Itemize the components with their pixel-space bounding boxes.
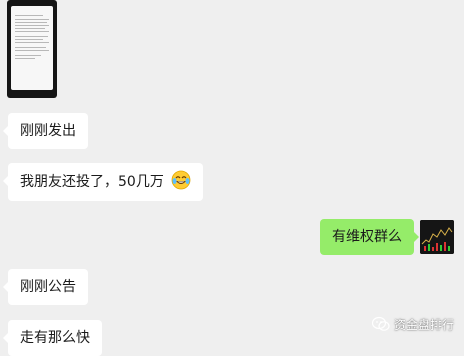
stock-chart-avatar-icon <box>420 220 454 254</box>
tears-of-joy-emoji-icon <box>171 170 191 190</box>
message-text: 刚刚公告 <box>20 279 76 295</box>
message-text: 走有那么快 <box>20 330 90 346</box>
watermark: 资金盘排行 <box>372 313 454 335</box>
incoming-message-bubble[interactable]: 走有那么快 <box>3 320 102 356</box>
outgoing-message-bubble[interactable]: 有维权群么 <box>320 219 419 255</box>
watermark-text: 资金盘排行 <box>394 317 455 332</box>
document-preview <box>11 6 53 90</box>
message-text: 我朋友还投了，50几万 <box>20 174 164 190</box>
incoming-message-bubble[interactable]: 我朋友还投了，50几万 <box>2 163 204 201</box>
user-avatar[interactable] <box>420 220 454 254</box>
incoming-message-bubble[interactable]: 刚刚发出 <box>3 113 88 149</box>
message-text: 有维权群么 <box>332 229 402 245</box>
wechat-icon <box>372 316 390 331</box>
incoming-message-bubble[interactable]: 刚刚公告 <box>3 269 88 305</box>
image-message-thumbnail[interactable] <box>7 0 57 98</box>
message-text: 刚刚发出 <box>20 123 76 139</box>
